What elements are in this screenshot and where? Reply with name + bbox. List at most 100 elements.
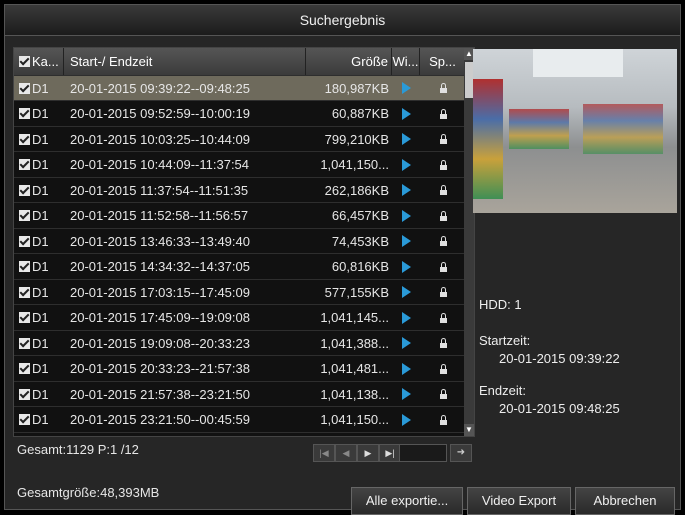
row-channel[interactable]: D1 [14, 408, 64, 432]
row-channel[interactable]: D1 [14, 382, 64, 406]
play-icon[interactable] [392, 76, 420, 100]
table-row[interactable]: D1 20-01-2015 14:34:32--14:37:05 60,816KB [14, 255, 466, 280]
video-preview [473, 49, 677, 213]
row-channel[interactable]: D1 [14, 255, 64, 279]
header-time[interactable]: Start-/ Endzeit [64, 48, 306, 75]
lock-icon[interactable] [420, 357, 466, 381]
row-size: 180,987KB [324, 80, 389, 96]
row-channel[interactable]: D1 [14, 357, 64, 381]
row-channel[interactable]: D1 [14, 204, 64, 228]
pagination-bar: Gesamt:1129 P:1 /12 |◀ ◀ ▶ ▶| ➜ [13, 437, 475, 467]
table-row[interactable]: D1 20-01-2015 10:03:25--10:44:09 799,210KB [14, 127, 466, 152]
play-icon[interactable] [392, 127, 420, 151]
lock-icon[interactable] [420, 76, 466, 100]
header-size[interactable]: Größe [306, 48, 392, 75]
row-channel[interactable]: D1 [14, 280, 64, 304]
lock-icon[interactable] [420, 204, 466, 228]
lock-icon[interactable] [420, 229, 466, 253]
row-channel[interactable]: D1 [14, 102, 64, 126]
scroll-down-icon[interactable]: ▼ [464, 424, 474, 436]
checkbox-checked-icon[interactable] [19, 337, 30, 349]
lock-icon[interactable] [420, 178, 466, 202]
row-time: 20-01-2015 14:34:32--14:37:05 [70, 259, 250, 274]
checkbox-checked-icon[interactable] [19, 286, 30, 298]
row-channel[interactable]: D1 [14, 229, 64, 253]
prev-page-icon[interactable]: ◀ [335, 444, 357, 462]
table-row[interactable]: D1 20-01-2015 13:46:33--13:49:40 74,453KB [14, 229, 466, 254]
table-row[interactable]: D1 20-01-2015 10:44:09--11:37:54 1,041,150… [14, 153, 466, 178]
header-lock[interactable]: Sp... [420, 48, 466, 75]
row-channel[interactable]: D1 [14, 76, 64, 100]
table-row[interactable]: D1 20-01-2015 09:52:59--10:00:19 60,887KB [14, 102, 466, 127]
play-icon[interactable] [392, 178, 420, 202]
checkbox-checked-icon[interactable] [19, 363, 30, 374]
play-icon[interactable] [392, 280, 420, 304]
play-icon[interactable] [392, 204, 420, 228]
checkbox-checked-icon[interactable] [19, 108, 30, 119]
row-time: 20-01-2015 19:09:08--20:33:23 [70, 335, 250, 351]
row-channel[interactable]: D1 [14, 153, 64, 177]
lock-icon[interactable] [420, 382, 466, 406]
table-row[interactable]: D1 20-01-2015 11:52:58--11:56:57 66,457KB [14, 204, 466, 229]
row-channel[interactable]: D1 [14, 127, 64, 151]
lock-icon[interactable] [420, 102, 466, 126]
row-channel[interactable]: D1 [14, 331, 64, 355]
lock-icon[interactable] [420, 255, 466, 279]
row-size: 1,041,388... [320, 335, 389, 351]
row-size: 74,453KB [331, 233, 389, 249]
play-icon[interactable] [392, 382, 420, 406]
table-row[interactable]: D1 20-01-2015 21:57:38--23:21:50 1,041,138… [14, 382, 466, 407]
go-page-icon[interactable]: ➜ [450, 444, 472, 462]
table-row[interactable]: D1 20-01-2015 23:21:50--00:45:59 1,041,150… [14, 408, 466, 433]
cancel-button[interactable]: Abbrechen [575, 487, 675, 515]
checkbox-checked-icon[interactable] [19, 210, 30, 221]
lock-icon[interactable] [420, 127, 466, 151]
first-page-icon[interactable]: |◀ [313, 444, 335, 462]
row-time: 20-01-2015 10:03:25--10:44:09 [70, 131, 250, 147]
lock-icon[interactable] [420, 331, 466, 355]
row-channel[interactable]: D1 [14, 306, 64, 330]
play-icon[interactable] [392, 306, 420, 330]
row-size: 1,041,150... [320, 412, 389, 427]
checkbox-checked-icon[interactable] [19, 414, 30, 425]
header-channel[interactable]: Ka... [14, 48, 64, 75]
result-table: Ka... Start-/ Endzeit Größe Wi... Sp... … [13, 47, 475, 437]
lock-icon[interactable] [420, 408, 466, 432]
checkbox-checked-icon[interactable] [19, 235, 30, 247]
scroll-thumb[interactable] [465, 62, 473, 98]
lock-icon[interactable] [420, 280, 466, 304]
page-number-input[interactable] [399, 444, 447, 462]
row-size: 1,041,145... [320, 310, 389, 325]
checkbox-checked-icon[interactable] [19, 133, 30, 145]
checkbox-checked-icon[interactable] [19, 261, 30, 272]
checkbox-checked-icon[interactable] [19, 184, 30, 196]
lock-icon[interactable] [420, 153, 466, 177]
play-icon[interactable] [392, 357, 420, 381]
hdd-label: HDD: 1 [479, 297, 522, 312]
video-export-button[interactable]: Video Export [467, 487, 571, 515]
play-icon[interactable] [392, 331, 420, 355]
row-channel[interactable]: D1 [14, 178, 64, 202]
select-all-checkbox-icon[interactable] [19, 56, 30, 67]
play-icon[interactable] [392, 229, 420, 253]
header-play[interactable]: Wi... [392, 48, 420, 75]
checkbox-checked-icon[interactable] [19, 312, 30, 323]
table-row[interactable]: D1 20-01-2015 20:33:23--21:57:38 1,041,481… [14, 357, 466, 382]
row-time: 20-01-2015 13:46:33--13:49:40 [70, 233, 250, 249]
next-page-icon[interactable]: ▶ [357, 444, 379, 462]
checkbox-checked-icon[interactable] [19, 159, 30, 170]
table-row[interactable]: D1 20-01-2015 09:39:22--09:48:25 180,987KB [14, 76, 466, 101]
play-icon[interactable] [392, 102, 420, 126]
table-row[interactable]: D1 20-01-2015 17:45:09--19:09:08 1,041,145… [14, 306, 466, 331]
play-icon[interactable] [392, 408, 420, 432]
table-row[interactable]: D1 20-01-2015 11:37:54--11:51:35 262,186KB [14, 178, 466, 203]
play-icon[interactable] [392, 153, 420, 177]
export-all-button[interactable]: Alle exportie... [351, 487, 463, 515]
table-row[interactable]: D1 20-01-2015 19:09:08--20:33:23 1,041,388… [14, 331, 466, 356]
play-icon[interactable] [392, 255, 420, 279]
last-page-icon[interactable]: ▶| [379, 444, 401, 462]
table-row[interactable]: D1 20-01-2015 17:03:15--17:45:09 577,155KB [14, 280, 466, 305]
lock-icon[interactable] [420, 306, 466, 330]
checkbox-checked-icon[interactable] [19, 82, 30, 94]
checkbox-checked-icon[interactable] [19, 388, 30, 400]
